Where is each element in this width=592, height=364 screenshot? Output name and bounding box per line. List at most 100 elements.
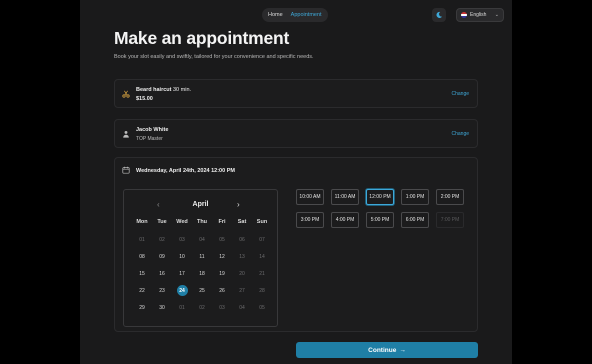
language-select[interactable]: English ⌄ [456,8,504,22]
calendar-day-label: 11 [199,253,205,260]
calendar-day-label: 06 [239,236,245,243]
scissors-icon [122,90,130,98]
calendar-day: 01 [132,231,152,248]
calendar-day[interactable]: 25 [192,282,212,299]
calendar-day[interactable]: 11 [192,248,212,265]
person-icon [123,130,129,138]
calendar-day-label: 28 [259,287,265,294]
calendar-day-label: 01 [179,304,185,311]
calendar-day-label: 24 [176,285,188,296]
calendar-day-label: 10 [179,253,185,260]
right-backdrop [512,0,592,364]
calendar-grid: Mon Tue Wed Thu Fri Sat Sun 01 02 03 04 05 06 07 08 09 1… [132,219,272,316]
calendar-day-label: 13 [239,253,245,260]
calendar-day-label: 15 [139,270,145,277]
time-slot-button[interactable]: 10:00 AM [296,189,324,205]
weekday-header: Fri [218,219,226,225]
nav-appointment-link[interactable]: Appointment [291,12,322,18]
time-slot-button[interactable]: 6:00 PM [401,212,429,228]
moon-icon [436,11,443,18]
time-slot-button[interactable]: 2:00 PM [436,189,464,205]
calendar-day[interactable]: 22 [132,282,152,299]
nav-home-link[interactable]: Home [268,12,283,18]
page-subtitle: Book your slot easily and swiftly, tailo… [114,54,314,60]
staff-role: TOP Master [136,136,163,142]
service-duration: 30 min. [173,87,192,93]
service-name: Beard haircut [136,87,172,93]
service-card: Beard haircut 30 min. $15.00 Change [114,79,478,108]
calendar-day-label: 19 [219,270,225,277]
datetime-card: Wednesday, April 24th, 2024 12:00 PM ‹ A… [114,157,478,332]
calendar-day[interactable]: 15 [132,265,152,282]
calendar-day: 03 [212,299,232,316]
weekday-header: Wed [176,219,188,225]
weekday-header: Tue [157,219,167,225]
calendar-day[interactable]: 30 [152,299,172,316]
change-service-link[interactable]: Change [451,91,469,97]
time-slot-button[interactable]: 3:00 PM [296,212,324,228]
calendar-day-label: 30 [159,304,165,311]
calendar-day-label: 26 [219,287,225,294]
calendar-day-label: 03 [219,304,225,311]
calendar-day-label: 16 [159,270,165,277]
calendar-day[interactable]: 18 [192,265,212,282]
calendar-day-label: 07 [259,236,265,243]
calendar-day-selected[interactable]: 24 [172,282,192,299]
calendar-icon [122,166,130,174]
time-slot-button[interactable]: 11:00 AM [331,189,359,205]
time-slot-button[interactable]: 5:00 PM [366,212,394,228]
weekday-header: Thu [196,219,208,225]
calendar-day-label: 05 [259,304,265,311]
top-nav: Home Appointment [262,8,328,22]
calendar-month: April [192,201,209,208]
calendar-day-label: 25 [199,287,205,294]
selected-datetime: Wednesday, April 24th, 2024 12:00 PM [136,168,235,174]
calendar-day: 27 [232,282,252,299]
staff-card: Jacob White TOP Master Change [114,119,478,148]
calendar-day[interactable]: 19 [212,265,232,282]
calendar-day-label: 02 [199,304,205,311]
time-slot-button[interactable]: 12:00 PM [366,189,394,205]
service-price: $15.00 [136,96,153,102]
calendar-day[interactable]: 29 [132,299,152,316]
calendar-day: 03 [172,231,192,248]
calendar-day[interactable]: 23 [152,282,172,299]
continue-button[interactable]: Continue → [296,342,478,358]
calendar-day-label: 02 [159,236,165,243]
calendar-day: 04 [192,231,212,248]
calendar-day-label: 01 [139,236,145,243]
flag-icon [461,12,467,18]
calendar-day: 02 [192,299,212,316]
calendar-day[interactable]: 16 [152,265,172,282]
calendar-day[interactable]: 08 [132,248,152,265]
calendar-day: 14 [252,248,272,265]
time-slot-button[interactable]: 4:00 PM [331,212,359,228]
calendar: ‹ April › Mon Tue Wed Thu Fri Sat Sun 01 02 03 04 0… [123,189,278,327]
calendar-day[interactable]: 17 [172,265,192,282]
change-staff-link[interactable]: Change [451,131,469,137]
calendar-day-label: 21 [259,270,265,277]
theme-toggle-button[interactable] [432,8,446,22]
next-month-button[interactable]: › [237,200,240,209]
weekday-header: Sun [256,219,268,225]
calendar-day-label: 08 [139,253,145,260]
calendar-day[interactable]: 10 [172,248,192,265]
weekday-header: Mon [136,219,148,225]
time-slot-button: 7:00 PM [436,212,464,228]
calendar-day[interactable]: 09 [152,248,172,265]
calendar-day-label: 14 [259,253,265,260]
weekday-header: Sat [237,219,247,225]
arrow-right-icon: → [399,346,406,354]
time-slot-grid: 10:00 AM 11:00 AM 12:00 PM 1:00 PM 2:00 PM 3:… [296,189,472,228]
calendar-day: 20 [232,265,252,282]
continue-label: Continue [368,346,397,354]
calendar-day-label: 20 [239,270,245,277]
calendar-day[interactable]: 26 [212,282,232,299]
calendar-day-label: 17 [179,270,185,277]
calendar-day: 02 [152,231,172,248]
time-slot-button[interactable]: 1:00 PM [401,189,429,205]
calendar-day: 07 [252,231,272,248]
chevron-down-icon: ⌄ [494,12,499,18]
calendar-day-label: 09 [159,253,165,260]
calendar-day[interactable]: 12 [212,248,232,265]
